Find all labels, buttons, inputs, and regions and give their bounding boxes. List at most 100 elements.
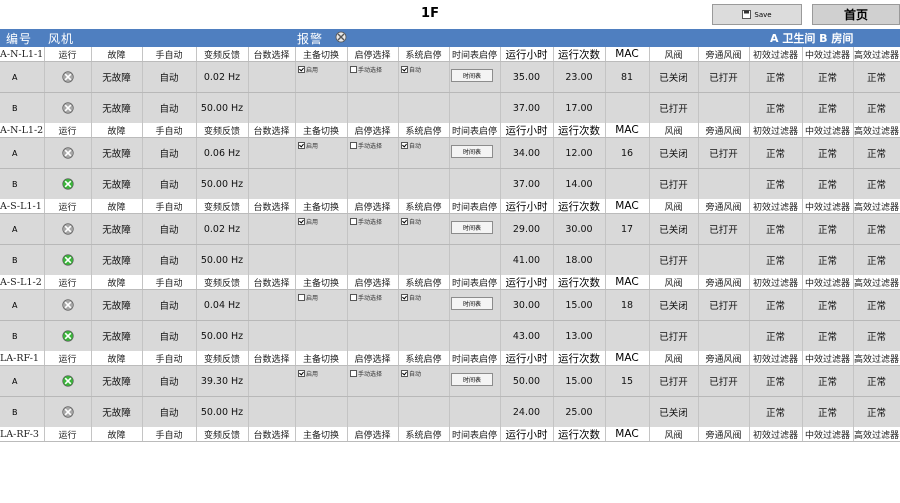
manual-select-checkbox-label: 手动选择 — [358, 219, 383, 226]
column-divider — [605, 366, 606, 396]
home-button[interactable]: 首页 — [812, 4, 900, 25]
mode-status: 自动 — [159, 149, 179, 160]
manual-select-checkbox[interactable]: 手动选择 — [350, 217, 382, 226]
column-divider — [802, 321, 803, 351]
system-auto-checkbox[interactable]: 自动 — [401, 65, 421, 74]
header-schedule: 时间表启停 — [451, 430, 497, 441]
column-divider — [248, 123, 249, 137]
run-count: 15.00 — [565, 299, 593, 311]
standby-enable-checkbox[interactable]: 启用 — [298, 65, 318, 74]
column-divider — [698, 290, 699, 320]
fault-status: 无故障 — [102, 256, 131, 267]
column-divider — [91, 93, 92, 123]
manual-select-checkbox-box[interactable] — [350, 294, 357, 301]
header-fault: 故障 — [107, 202, 126, 213]
manual-select-checkbox-box[interactable] — [350, 370, 357, 377]
run-hours: 30.00 — [512, 299, 541, 311]
system-auto-checkbox[interactable]: 自动 — [401, 293, 421, 302]
system-auto-checkbox[interactable]: 自动 — [401, 369, 421, 378]
standby-enable-checkbox[interactable]: 启用 — [298, 217, 318, 226]
standby-enable-checkbox[interactable]: 启用 — [298, 369, 318, 378]
column-divider — [449, 214, 450, 244]
mac-value: 17 — [620, 223, 634, 235]
standby-enable-checkbox-box[interactable] — [298, 142, 305, 149]
column-divider — [749, 169, 750, 199]
unit-id: A-N-L1-2 — [0, 124, 44, 136]
schedule-button[interactable]: 时间表 — [451, 145, 493, 158]
fan-row: B 无故障 自动 50.00 Hz 37.00 17.00 已打开 正常 正常 正常 — [0, 93, 900, 124]
system-auto-checkbox-box[interactable] — [401, 294, 408, 301]
manual-select-checkbox-box[interactable] — [350, 66, 357, 73]
bypass-damper-status: 已打开 — [709, 301, 738, 312]
system-auto-checkbox[interactable]: 自动 — [401, 141, 421, 150]
column-divider — [44, 93, 45, 123]
header-freq: 变频反馈 — [203, 354, 240, 365]
frequency-feedback: 0.02 Hz — [203, 71, 241, 83]
column-divider — [605, 321, 606, 351]
standby-enable-checkbox-box[interactable] — [298, 294, 305, 301]
frequency-feedback: 50.00 Hz — [200, 254, 244, 266]
system-auto-checkbox-box[interactable] — [401, 66, 408, 73]
save-button[interactable]: Save — [712, 4, 802, 25]
mode-status: 自动 — [159, 180, 179, 191]
column-divider — [248, 321, 249, 351]
column-divider — [44, 169, 45, 199]
manual-select-checkbox[interactable]: 手动选择 — [350, 369, 382, 378]
standby-enable-checkbox-label: 启用 — [306, 219, 319, 226]
schedule-button[interactable]: 时间表 — [451, 221, 493, 234]
column-divider — [802, 169, 803, 199]
column-divider — [398, 275, 399, 289]
system-auto-checkbox-box[interactable] — [401, 218, 408, 225]
column-divider — [91, 290, 92, 320]
floor-title: 1F — [421, 6, 439, 21]
manual-select-checkbox[interactable]: 手动选择 — [350, 293, 382, 302]
alarm-gear-icon[interactable] — [335, 31, 347, 43]
column-divider — [449, 366, 450, 396]
damper-status: 已关闭 — [659, 73, 688, 84]
manual-select-checkbox[interactable]: 手动选择 — [350, 65, 382, 74]
column-divider — [853, 47, 854, 61]
header-system-start: 系统启停 — [405, 50, 442, 61]
column-divider — [91, 214, 92, 244]
standby-enable-checkbox[interactable]: 启用 — [298, 293, 318, 302]
fan-label: B — [12, 331, 18, 341]
schedule-button[interactable]: 时间表 — [451, 373, 493, 386]
manual-select-checkbox-box[interactable] — [350, 142, 357, 149]
header-bypass-damper: 旁通风阀 — [705, 430, 742, 441]
column-divider — [749, 93, 750, 123]
standby-enable-checkbox-box[interactable] — [298, 66, 305, 73]
column-divider — [649, 351, 650, 365]
column-divider — [605, 397, 606, 427]
system-auto-checkbox-box[interactable] — [401, 370, 408, 377]
standby-enable-checkbox-box[interactable] — [298, 370, 305, 377]
column-divider — [605, 351, 606, 365]
frequency-feedback: 50.00 Hz — [200, 178, 244, 190]
mode-status: 自动 — [159, 225, 179, 236]
column-divider — [44, 62, 45, 92]
schedule-button[interactable]: 时间表 — [451, 297, 493, 310]
header-count-select: 台数选择 — [253, 278, 290, 289]
system-auto-checkbox[interactable]: 自动 — [401, 217, 421, 226]
unit-id: LA-RF-1 — [0, 352, 39, 364]
column-divider — [248, 199, 249, 213]
damper-status: 已打开 — [659, 256, 688, 267]
column-divider — [398, 62, 399, 92]
mode-status: 自动 — [159, 73, 179, 84]
column-divider — [500, 275, 501, 289]
header-primary-filter: 初效过滤器 — [752, 126, 798, 137]
column-divider — [698, 199, 699, 213]
manual-select-checkbox-box[interactable] — [350, 218, 357, 225]
medium-filter-status: 正常 — [817, 225, 837, 236]
fan-label: B — [12, 179, 18, 189]
column-divider — [398, 214, 399, 244]
schedule-button[interactable]: 时间表 — [451, 69, 493, 82]
fan-unit: A-N-L1-1 运行 故障 手自动 变频反馈 台数选择 主备切换 启停选择 系统启停 时间表启停… — [0, 47, 900, 124]
manual-select-checkbox[interactable]: 手动选择 — [350, 141, 382, 150]
system-auto-checkbox-box[interactable] — [401, 142, 408, 149]
run-indicator — [44, 93, 91, 123]
standby-enable-checkbox-box[interactable] — [298, 218, 305, 225]
header-system-start: 系统启停 — [405, 126, 442, 137]
column-divider — [44, 138, 45, 168]
standby-enable-checkbox[interactable]: 启用 — [298, 141, 318, 150]
fan-label: A — [12, 72, 18, 82]
